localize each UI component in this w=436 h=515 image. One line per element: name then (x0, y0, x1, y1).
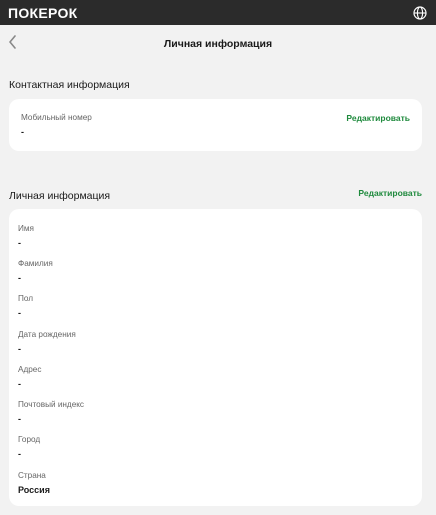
last-name-label: Фамилия (18, 259, 53, 268)
edit-personal-button[interactable]: Редактировать (358, 188, 422, 198)
birth-date-label: Дата рождения (18, 330, 76, 339)
mobile-number-value: - (21, 127, 24, 137)
postal-code-label: Почтовый индекс (18, 400, 85, 409)
mobile-number-label: Мобильный номер (21, 113, 92, 122)
country-label: Страна (18, 471, 46, 480)
contact-section-title: Контактная информация (9, 79, 130, 91)
first-name-value: - (18, 238, 21, 248)
address-value: - (18, 379, 21, 389)
top-bar: ПОКЕРОК (0, 0, 436, 25)
first-name-label: Имя (18, 224, 34, 233)
city-label: Город (18, 435, 41, 444)
postal-code-value: - (18, 414, 21, 424)
personal-card: Имя - Фамилия - Пол - Дата рождения - Ад… (9, 209, 422, 506)
edit-contact-button[interactable]: Редактировать (346, 113, 410, 123)
address-label: Адрес (18, 365, 42, 374)
country-value: Россия (18, 485, 50, 495)
personal-section-title: Личная информация (9, 190, 111, 202)
last-name-value: - (18, 273, 21, 283)
gender-label: Пол (18, 294, 34, 303)
page-title: Личная информация (163, 38, 273, 50)
brand-logo[interactable]: ПОКЕРОК (8, 5, 78, 21)
city-value: - (18, 449, 21, 459)
globe-icon[interactable] (413, 5, 427, 20)
page-header: Личная информация (0, 25, 436, 61)
gender-value: - (18, 308, 21, 318)
contact-card: Мобильный номер - Редактировать (9, 99, 422, 151)
birth-date-value: - (18, 344, 21, 354)
